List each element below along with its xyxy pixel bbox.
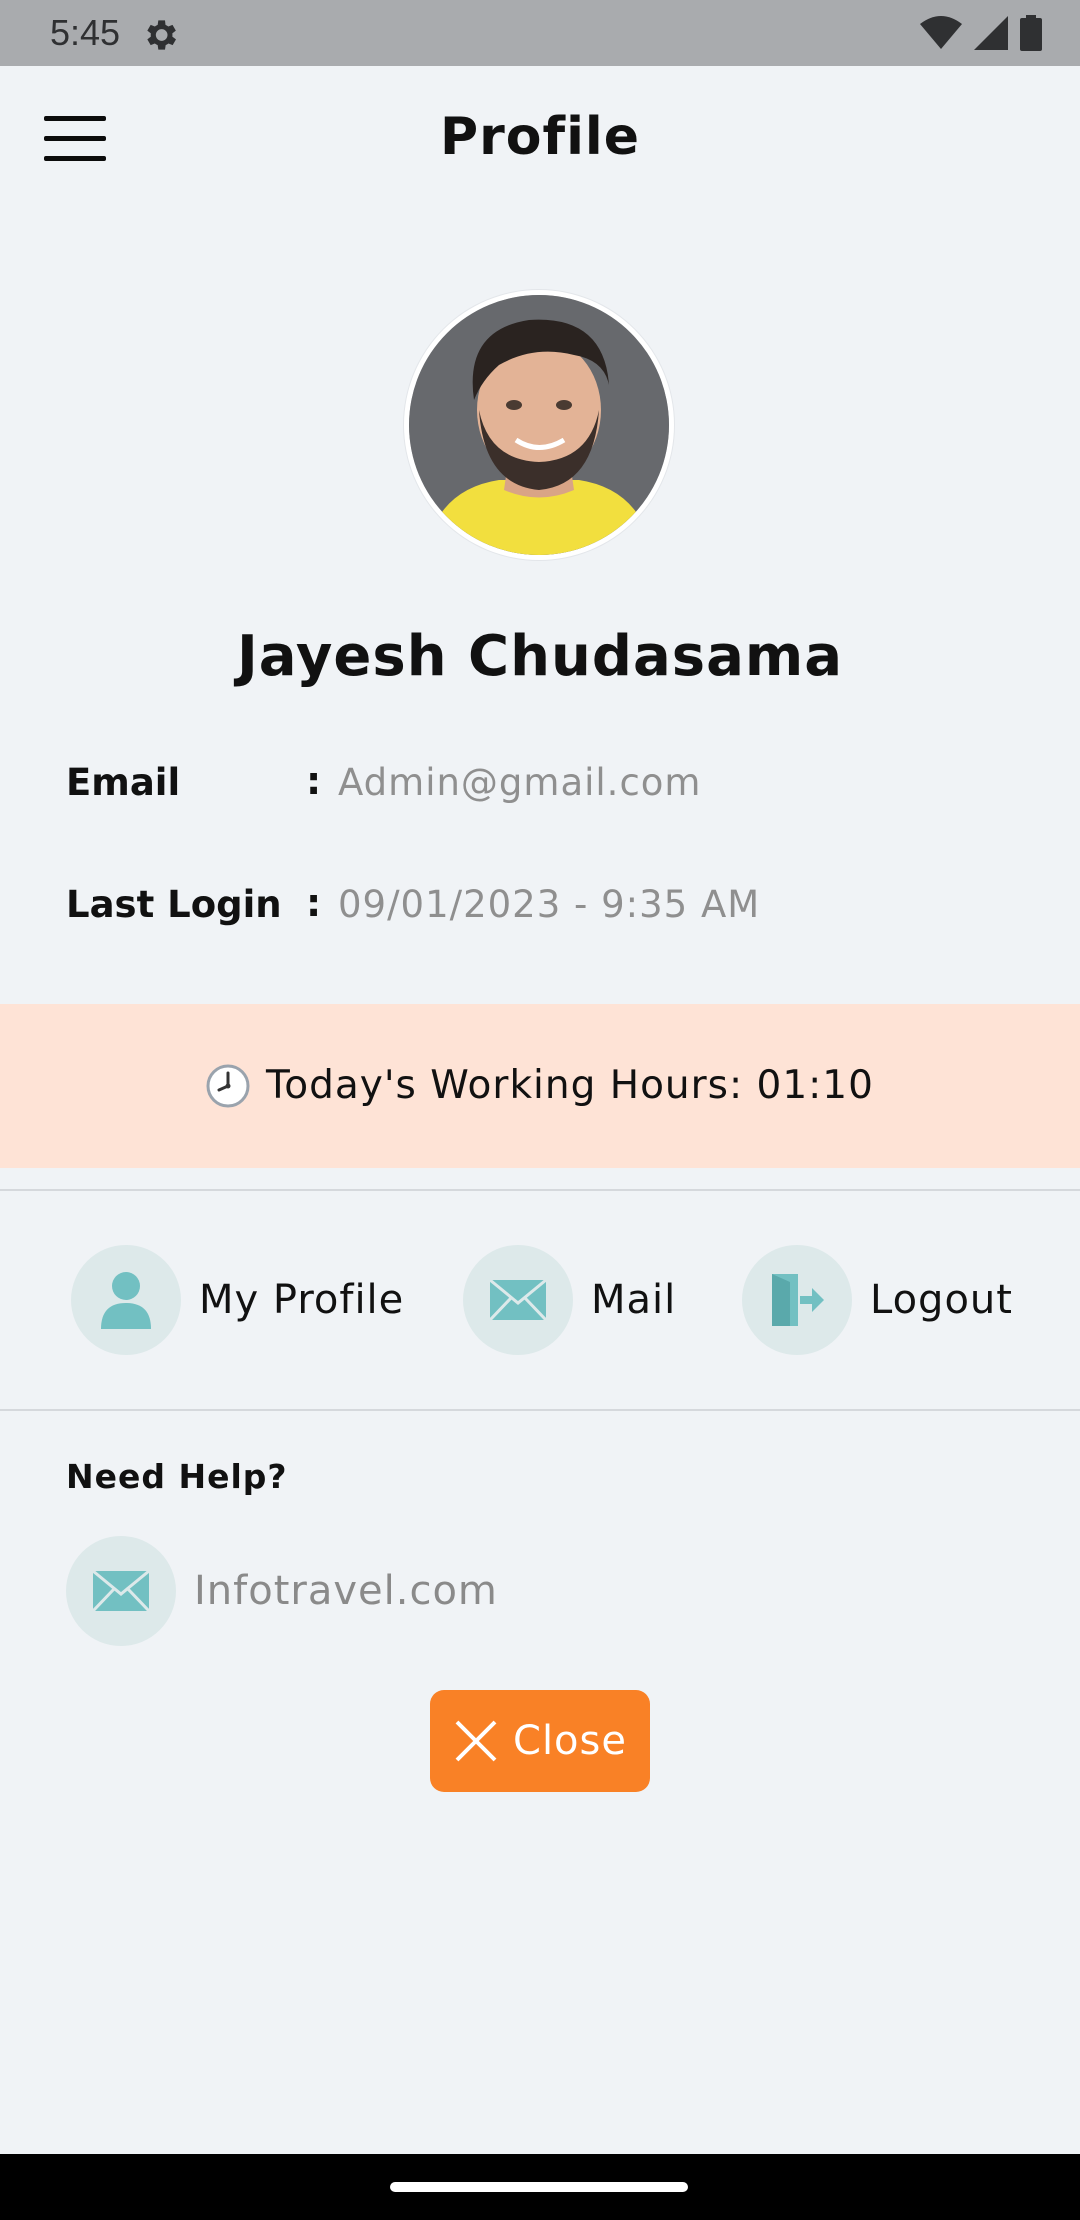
last-login-separator: :	[306, 881, 322, 925]
help-link-label: Infotravel.com	[194, 1568, 498, 1614]
help-link[interactable]: Infotravel.com	[66, 1536, 498, 1646]
my-profile-icon-circle	[71, 1245, 181, 1355]
avatar-photo	[409, 295, 669, 555]
help-title: Need Help?	[66, 1457, 288, 1496]
logout-button[interactable]: Logout	[742, 1245, 1013, 1355]
close-button[interactable]: Close	[430, 1690, 650, 1792]
page-title: Profile	[439, 107, 641, 167]
working-hours-banner: Today's Working Hours: 01:10	[0, 1004, 1080, 1168]
logout-icon	[772, 1274, 824, 1326]
status-icons	[920, 14, 1042, 52]
user-icon	[101, 1272, 151, 1329]
email-row: Email : Admin@gmail.com	[66, 752, 1026, 812]
help-mail-icon-circle	[66, 1536, 176, 1646]
last-login-row: Last Login : 09/01/2023 - 9:35 AM	[66, 874, 1026, 934]
status-time: 5:45	[50, 12, 121, 53]
settings-gear-icon	[147, 20, 176, 50]
home-indicator[interactable]	[390, 2182, 688, 2192]
signal-icon	[974, 16, 1008, 50]
logout-icon-circle	[742, 1245, 852, 1355]
status-bar: 5:45	[0, 0, 1080, 66]
last-login-value: 09/01/2023 - 9:35 AM	[338, 883, 761, 926]
divider	[0, 1409, 1080, 1411]
email-label: Email	[66, 761, 181, 804]
email-separator: :	[306, 759, 322, 803]
close-label: Close	[513, 1718, 627, 1764]
app-header: Profile	[0, 66, 1080, 221]
my-profile-label: My Profile	[199, 1277, 405, 1323]
user-name: Jayesh Chudasama	[236, 624, 844, 689]
navigation-bar	[0, 2154, 1080, 2220]
wifi-icon	[920, 16, 962, 49]
divider	[0, 1189, 1080, 1191]
avatar	[404, 290, 674, 560]
working-hours-text: Today's Working Hours: 01:10	[266, 1063, 874, 1108]
battery-icon	[1020, 15, 1042, 51]
mail-button[interactable]: Mail	[463, 1245, 676, 1355]
mail-icon	[489, 1279, 547, 1321]
mail-label: Mail	[591, 1277, 677, 1323]
clock-icon	[206, 1064, 250, 1108]
last-login-label: Last Login	[66, 883, 282, 926]
close-icon	[455, 1720, 497, 1762]
email-value: Admin@gmail.com	[338, 761, 702, 804]
logout-label: Logout	[870, 1277, 1013, 1323]
mail-icon-circle	[463, 1245, 573, 1355]
my-profile-button[interactable]: My Profile	[71, 1245, 404, 1355]
mail-icon	[92, 1570, 150, 1612]
